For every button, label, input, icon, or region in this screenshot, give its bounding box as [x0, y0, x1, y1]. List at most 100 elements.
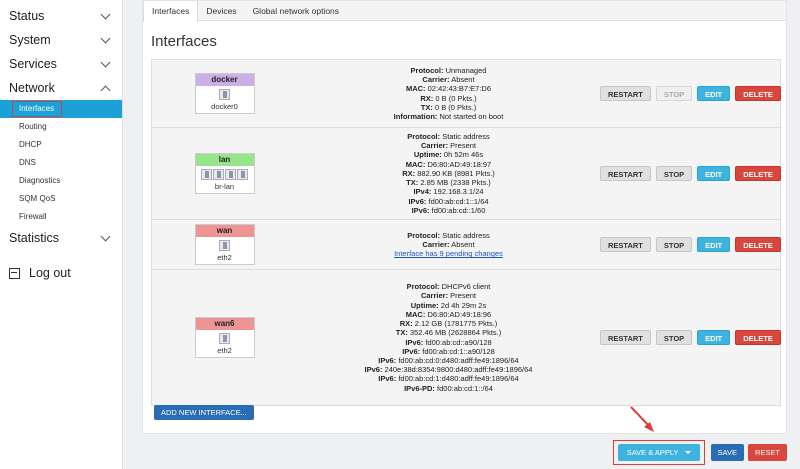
- info-key: Protocol:: [407, 132, 441, 142]
- interface-device: eth2: [196, 237, 254, 264]
- info-value: Unmanaged: [445, 65, 487, 75]
- interfaces-table: docker docker0 Protocol: Unmanaged Carrier:…: [151, 59, 781, 406]
- ethernet-port-icon: [201, 169, 212, 180]
- annotation-arrow-icon: [630, 406, 654, 432]
- nav-network[interactable]: Network: [0, 76, 122, 100]
- info-key: MAC:: [405, 159, 426, 169]
- interface-row-lan: lan br-lan Protocol: Static address Carrier…: [152, 128, 781, 220]
- nav-services-label: Services: [9, 57, 57, 71]
- highlight-box: SAVE & APPLY: [612, 440, 705, 465]
- info-key: IPv6-PD:: [404, 383, 435, 393]
- add-new-interface-button[interactable]: ADD NEW INTERFACE...: [154, 405, 254, 420]
- info-value: Present: [450, 141, 477, 151]
- info-value: fd00:ab:cd::a90/128: [425, 337, 492, 347]
- device-icons: [196, 169, 254, 180]
- interface-name: wan: [195, 225, 254, 237]
- interface-actions: RESTART STOP EDIT DELETE: [600, 166, 781, 181]
- interface-info: Protocol: DHCPv6 client Carrier: Present U…: [297, 282, 600, 392]
- sidebar-item-sqm-qos[interactable]: SQM QoS: [0, 190, 122, 208]
- delete-button[interactable]: DELETE: [735, 166, 781, 181]
- info-key: TX:: [420, 102, 433, 112]
- nav-statistics[interactable]: Statistics: [0, 226, 122, 250]
- interface-actions: RESTART STOP EDIT DELETE: [600, 86, 781, 101]
- sidebar-item-firewall[interactable]: Firewall: [0, 208, 122, 226]
- info-line: IPv6: fd00:ab:cd:1::a90/128: [297, 347, 600, 356]
- info-value: D6:80:AD:49:18:97: [427, 159, 492, 169]
- interface-device: eth2: [196, 330, 254, 357]
- delete-button[interactable]: DELETE: [735, 330, 781, 345]
- restart-button[interactable]: RESTART: [600, 86, 651, 101]
- sidebar-item-dhcp[interactable]: DHCP: [0, 136, 122, 154]
- tab-global-network-options[interactable]: Global network options: [245, 1, 347, 20]
- highlight-box: [12, 101, 62, 117]
- save-apply-button[interactable]: SAVE & APPLY: [617, 444, 700, 461]
- info-value: fd00:ab:cd::1/60: [431, 205, 486, 215]
- info-line: RX: 0 B (0 Pkts.): [297, 94, 600, 103]
- delete-button[interactable]: DELETE: [735, 237, 781, 252]
- info-line: IPv6-PD: fd00:ab:cd:1::/64: [297, 384, 600, 393]
- logout-link[interactable]: Log out: [9, 266, 71, 280]
- info-value: fd00:ab:cd:1:d480:adff:fe49:1896/64: [398, 374, 519, 384]
- device-icons: [196, 333, 254, 344]
- interface-actions: RESTART STOP EDIT DELETE: [600, 330, 781, 345]
- edit-button[interactable]: EDIT: [697, 330, 731, 345]
- info-key: Protocol:: [410, 65, 444, 75]
- device-icons: [196, 89, 254, 100]
- restart-button[interactable]: RESTART: [600, 166, 651, 181]
- info-key: Carrier:: [422, 239, 450, 249]
- info-value: 192.168.3.1/24: [433, 187, 484, 197]
- interface-device: docker0: [196, 86, 254, 113]
- info-key: RX:: [399, 319, 413, 329]
- main-panel: Interfaces Devices Global network option…: [142, 0, 787, 434]
- restart-button[interactable]: RESTART: [600, 330, 651, 345]
- tab-devices[interactable]: Devices: [198, 1, 244, 20]
- save-button[interactable]: SAVE: [710, 444, 744, 461]
- sidebar-item-diagnostics[interactable]: Diagnostics: [0, 172, 122, 190]
- stop-button[interactable]: STOP: [655, 237, 693, 252]
- nav-status[interactable]: Status: [0, 4, 122, 28]
- info-key: RX:: [402, 168, 416, 178]
- info-value: 0 B (0 Pkts.): [435, 93, 477, 103]
- edit-button[interactable]: EDIT: [697, 166, 731, 181]
- delete-button[interactable]: DELETE: [735, 86, 781, 101]
- nav-system[interactable]: System: [0, 28, 122, 52]
- reset-button[interactable]: RESET: [747, 444, 787, 461]
- info-key: TX:: [406, 178, 419, 188]
- interface-device: br-lan: [196, 166, 254, 193]
- sidebar-item-dns[interactable]: DNS: [0, 154, 122, 172]
- stop-button[interactable]: STOP: [655, 166, 693, 181]
- restart-button[interactable]: RESTART: [600, 237, 651, 252]
- info-line: Carrier: Present: [297, 141, 600, 150]
- sidebar-item-routing[interactable]: Routing: [0, 118, 122, 136]
- info-value: DHCPv6 client: [441, 282, 491, 292]
- info-line: MAC: D6:80:AD:49:18:97: [297, 160, 600, 169]
- edit-button[interactable]: EDIT: [697, 237, 731, 252]
- ethernet-port-icon: [225, 169, 236, 180]
- info-line: Protocol: Static address: [297, 132, 600, 141]
- info-value: fd00:ab:cd:0:d480:adff:fe49:1896/64: [398, 355, 519, 365]
- caret-down-icon[interactable]: [684, 451, 691, 461]
- ethernet-port-icon: [219, 333, 230, 344]
- nav-services[interactable]: Services: [0, 52, 122, 76]
- pending-changes-link[interactable]: Interface has 9 pending changes: [297, 249, 600, 258]
- stop-button[interactable]: STOP: [655, 86, 693, 101]
- info-line: RX: 882.90 KB (8981 Pkts.): [297, 169, 600, 178]
- edit-button[interactable]: EDIT: [697, 86, 731, 101]
- info-line: Carrier: Present: [297, 291, 600, 300]
- info-key: IPv6:: [378, 374, 397, 384]
- device-icons: [196, 240, 254, 251]
- save-apply-label: SAVE & APPLY: [626, 448, 679, 457]
- sidebar-item-interfaces[interactable]: Interfaces: [0, 100, 122, 118]
- chevron-down-icon: [100, 33, 111, 43]
- info-line: MAC: 02:42:43:B7:E7:D6: [297, 84, 600, 93]
- interface-info: Protocol: Static address Carrier: Absent I…: [297, 231, 600, 259]
- info-line: TX: 2.85 MB (2338 Pkts.): [297, 178, 600, 187]
- interface-badge: wan eth2: [194, 224, 255, 265]
- info-line: IPv6: fd00:ab:cd:1::1/64: [297, 197, 600, 206]
- info-key: TX:: [395, 328, 408, 338]
- tab-interfaces[interactable]: Interfaces: [143, 1, 199, 22]
- info-line: MAC: D6:80:AD:49:18:96: [297, 310, 600, 319]
- device-name: br-lan: [214, 182, 235, 191]
- interface-name-cell: wan eth2: [152, 224, 297, 265]
- stop-button[interactable]: STOP: [655, 330, 693, 345]
